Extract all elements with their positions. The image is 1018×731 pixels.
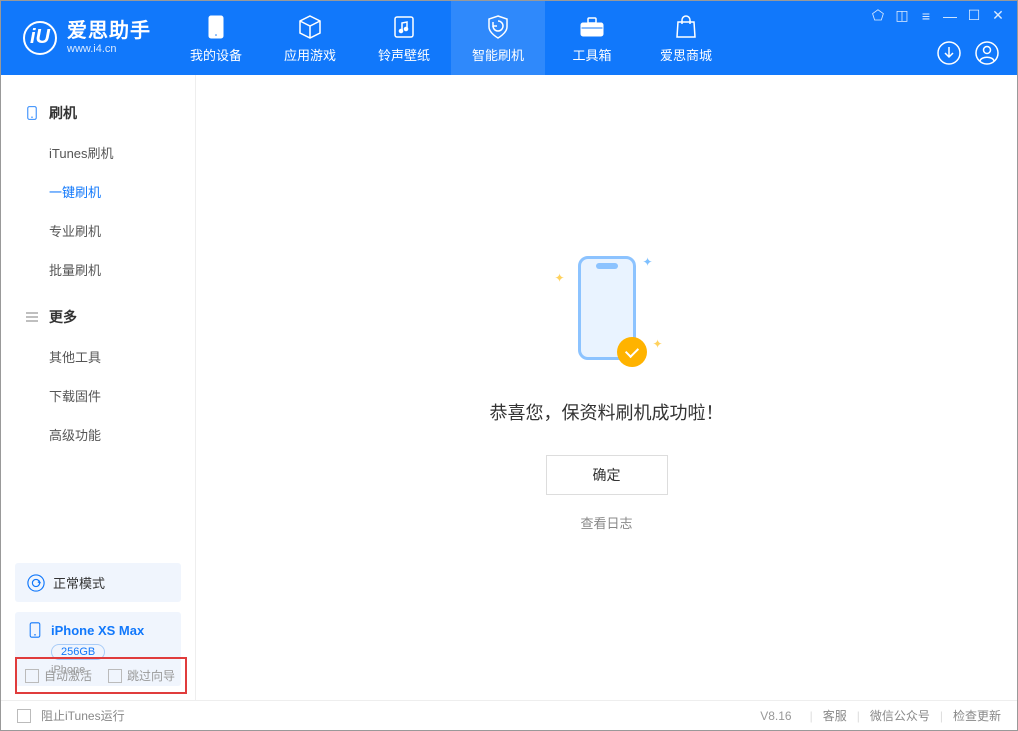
auto-activate-checkbox[interactable]: 自动激活 (25, 667, 92, 684)
window-controls: ⬠ ◫ ≡ — ☐ ✕ (869, 7, 1007, 24)
sidebar-item-batch-flash[interactable]: 批量刷机 (1, 250, 195, 289)
user-icon[interactable] (975, 41, 999, 65)
minimize-button[interactable]: — (941, 8, 959, 24)
logo-icon: iU (23, 21, 57, 55)
nav-smart-flash[interactable]: 智能刷机 (451, 1, 545, 75)
sidebar-item-advanced[interactable]: 高级功能 (1, 415, 195, 454)
shirt-icon[interactable]: ⬠ (869, 7, 887, 24)
list-icon (25, 310, 39, 324)
sidebar-item-pro-flash[interactable]: 专业刷机 (1, 211, 195, 250)
sidebar-item-itunes-flash[interactable]: iTunes刷机 (1, 133, 195, 172)
nav-apps[interactable]: 应用游戏 (263, 1, 357, 75)
nav-ringtones[interactable]: 铃声壁纸 (357, 1, 451, 75)
phone-icon (208, 13, 224, 41)
maximize-button[interactable]: ☐ (965, 7, 983, 24)
main-nav: 我的设备 应用游戏 铃声壁纸 智能刷机 工具箱 爱思商城 (169, 1, 733, 75)
app-header: iU 爱思助手 www.i4.cn 我的设备 应用游戏 铃声壁纸 智能刷机 工具… (1, 1, 1017, 75)
customer-service-link[interactable]: 客服 (823, 707, 847, 724)
cube-icon (297, 13, 323, 41)
flash-options-highlight: 自动激活 跳过向导 (15, 657, 187, 694)
shield-icon (486, 13, 510, 41)
sidebar-section-more: 更多 (1, 297, 195, 337)
check-icon (617, 337, 647, 367)
block-itunes-checkbox[interactable]: 阻止iTunes运行 (17, 707, 125, 724)
sync-icon (27, 574, 45, 592)
device-name: iPhone XS Max (51, 623, 144, 638)
toolbox-icon (579, 13, 605, 41)
bag-icon (675, 13, 697, 41)
app-title: 爱思助手 (67, 20, 151, 43)
success-illustration: ✦ ✦ ✦ (517, 243, 697, 373)
sidebar-item-download-firmware[interactable]: 下载固件 (1, 376, 195, 415)
device-mode-card[interactable]: 正常模式 (15, 563, 181, 602)
user-controls (937, 41, 999, 65)
sidebar-section-flash: 刷机 (1, 93, 195, 133)
music-icon (393, 13, 415, 41)
logo: iU 爱思助手 www.i4.cn (1, 20, 169, 56)
skip-guide-checkbox[interactable]: 跳过向导 (108, 667, 175, 684)
version-label: V8.16 (760, 709, 791, 723)
nav-toolbox[interactable]: 工具箱 (545, 1, 639, 75)
phone-small-icon (27, 622, 43, 638)
sidebar-item-other-tools[interactable]: 其他工具 (1, 337, 195, 376)
sidebar: 刷机 iTunes刷机 一键刷机 专业刷机 批量刷机 更多 其他工具 下载固件 … (1, 75, 196, 700)
nav-store[interactable]: 爱思商城 (639, 1, 733, 75)
status-bar: 阻止iTunes运行 V8.16 | 客服 | 微信公众号 | 检查更新 (1, 700, 1017, 730)
device-small-icon (25, 106, 39, 120)
view-log-link[interactable]: 查看日志 (580, 513, 632, 532)
main-content: ✦ ✦ ✦ 恭喜您，保资料刷机成功啦！ 确定 查看日志 (196, 75, 1017, 700)
wechat-link[interactable]: 微信公众号 (870, 707, 930, 724)
close-button[interactable]: ✕ (989, 7, 1007, 24)
menu-icon[interactable]: ≡ (917, 8, 935, 24)
ok-button[interactable]: 确定 (546, 455, 668, 495)
nav-my-device[interactable]: 我的设备 (169, 1, 263, 75)
lock-icon[interactable]: ◫ (893, 7, 911, 24)
success-message: 恭喜您，保资料刷机成功啦！ (490, 399, 724, 425)
sidebar-item-oneclick-flash[interactable]: 一键刷机 (1, 172, 195, 211)
app-subtitle: www.i4.cn (67, 43, 151, 56)
check-update-link[interactable]: 检查更新 (953, 707, 1001, 724)
download-icon[interactable] (937, 41, 961, 65)
